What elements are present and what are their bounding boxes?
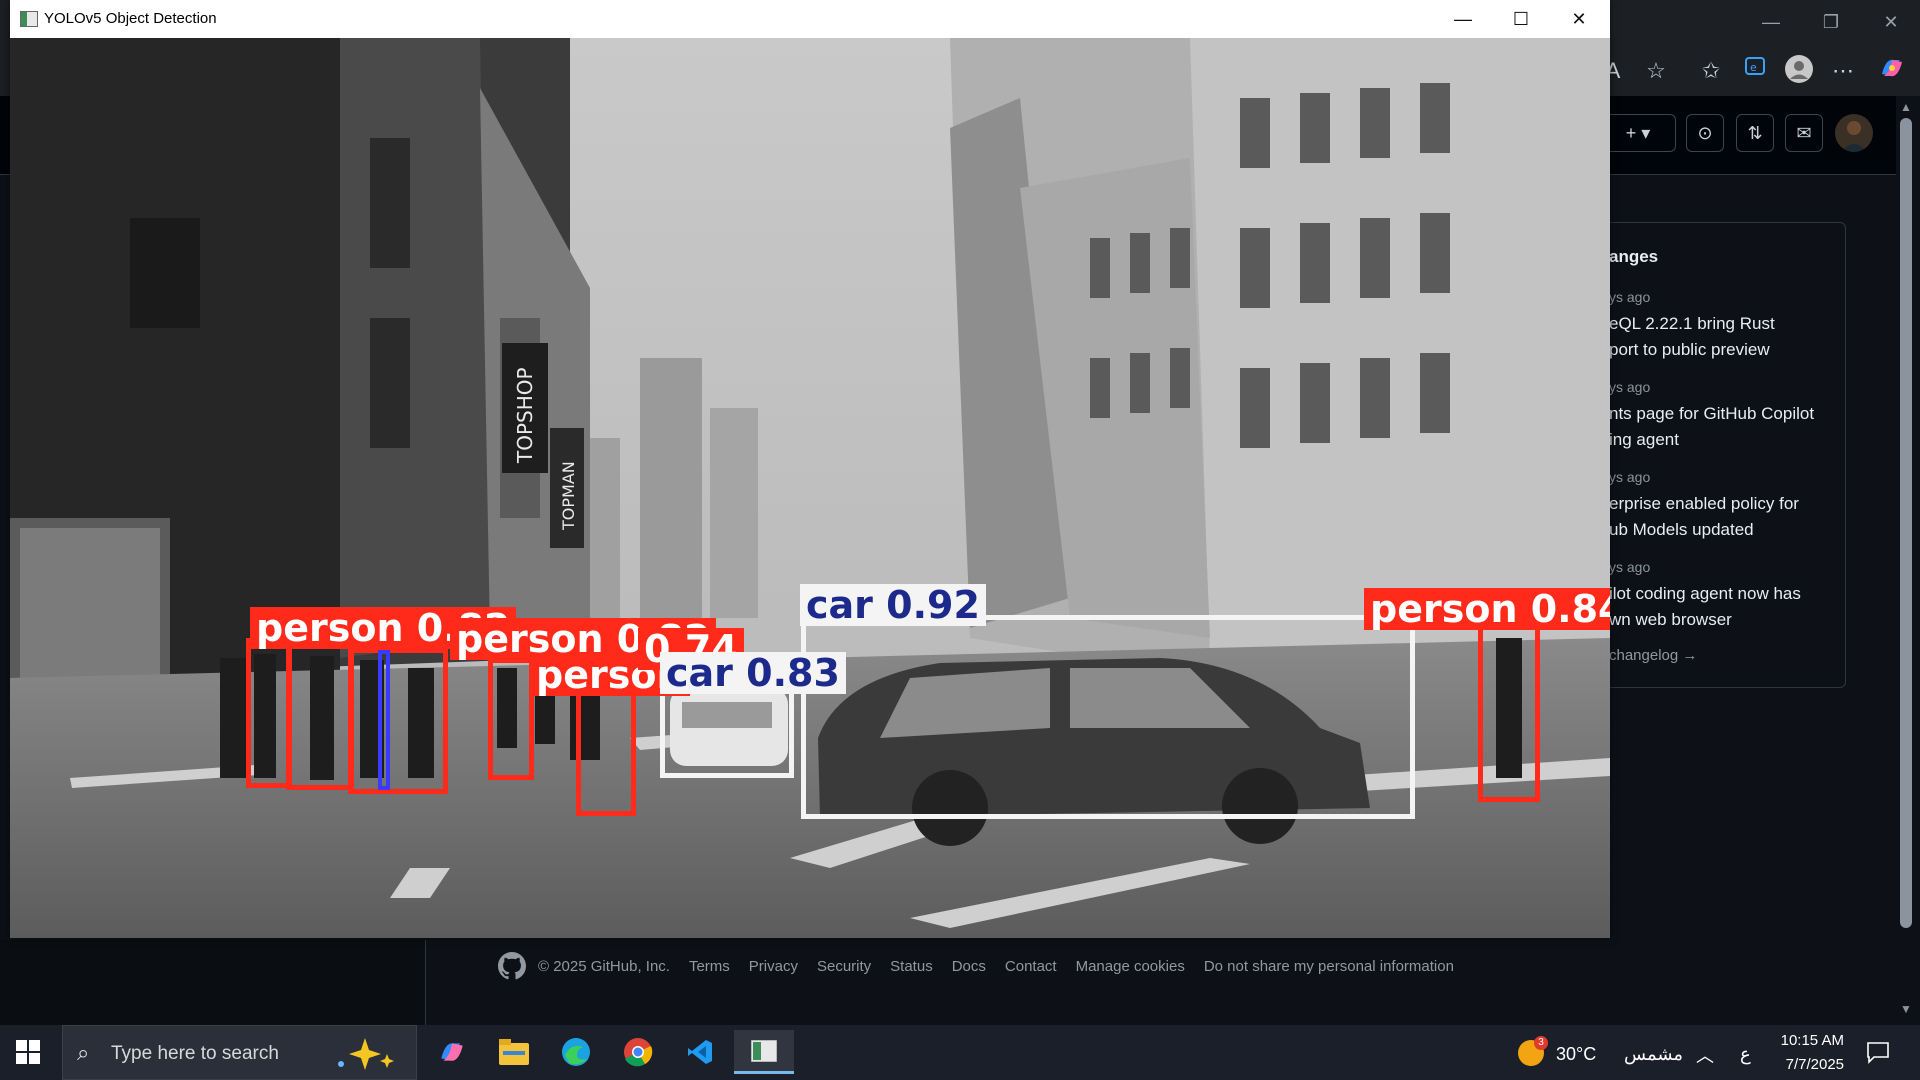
- detection-label: person 0.84: [1364, 588, 1610, 630]
- github-logo-icon[interactable]: [498, 952, 526, 985]
- changelog-item-link[interactable]: eQL 2.22.1 bring Rust port to public pre…: [1609, 311, 1775, 363]
- yolo-app-taskbar-icon[interactable]: [734, 1030, 794, 1074]
- changelog-title: anges: [1609, 247, 1659, 266]
- changelog-item-time: ys ago: [1609, 379, 1651, 395]
- vscode-app-icon[interactable]: [674, 1030, 726, 1074]
- person-bbox: [1478, 616, 1540, 802]
- footer-link-docs[interactable]: Docs: [952, 958, 986, 975]
- chrome-app-icon[interactable]: [612, 1030, 664, 1074]
- scroll-down-icon[interactable]: ▼: [1900, 1002, 1912, 1016]
- favorites-icon[interactable]: ✩: [1694, 54, 1728, 88]
- yolo-maximize-button[interactable]: ☐: [1492, 0, 1550, 38]
- detection-label: car 0.92: [800, 584, 986, 626]
- windows-start-icon[interactable]: [16, 1040, 40, 1069]
- changelog-item-link[interactable]: ilot coding agent now has wn web browser: [1609, 581, 1801, 633]
- video-frame: TOPSHOP TOPMAN person 0.82 person 0.82 p…: [10, 38, 1610, 938]
- person-bbox: [286, 638, 354, 790]
- person-bbox: [488, 658, 534, 780]
- weather-temp[interactable]: 30°C: [1556, 1044, 1596, 1065]
- clock-date[interactable]: 7/7/2025: [1778, 1056, 1844, 1073]
- yolo-minimize-button[interactable]: —: [1434, 0, 1492, 38]
- left-gutter: [0, 940, 425, 1025]
- edge-close-button[interactable]: ✕: [1860, 2, 1920, 42]
- app-window-icon: [20, 11, 38, 27]
- footer-link-do-not-share[interactable]: Do not share my personal information: [1204, 958, 1454, 975]
- copilot-icon[interactable]: [1875, 54, 1909, 88]
- footer-link-privacy[interactable]: Privacy: [749, 958, 798, 975]
- car-bbox: [801, 615, 1415, 819]
- changelog-item-time: ys ago: [1609, 469, 1651, 485]
- notifications-icon[interactable]: [1866, 1040, 1890, 1069]
- search-placeholder: Type here to search: [111, 1043, 279, 1064]
- clock-time[interactable]: 10:15 AM: [1778, 1032, 1844, 1049]
- footer-link-manage-cookies[interactable]: Manage cookies: [1076, 958, 1185, 975]
- changelog-item-time: ys ago: [1609, 559, 1651, 575]
- show-hidden-icons-icon[interactable]: ︿: [1696, 1042, 1714, 1068]
- taskbar-search-box[interactable]: ⌕ Type here to search: [62, 1025, 417, 1080]
- footer-links: © 2025 GitHub, Inc. Terms Privacy Securi…: [538, 958, 1473, 975]
- yolo-title-bar[interactable]: YOLOv5 Object Detection — ☐ ✕: [10, 0, 1610, 38]
- person-bbox: [348, 648, 448, 794]
- changelog-panel: anges ys ago eQL 2.22.1 bring Rust port …: [1600, 222, 1846, 688]
- weather-badge: 3: [1534, 1036, 1548, 1050]
- detection-label: car 0.83: [660, 652, 846, 694]
- github-footer: [425, 940, 1897, 1025]
- scrollbar-thumb[interactable]: [1900, 118, 1912, 928]
- person-bbox-blue: [378, 650, 390, 790]
- footer-link-status[interactable]: Status: [890, 958, 933, 975]
- file-explorer-icon[interactable]: [488, 1030, 540, 1074]
- yolo-close-button[interactable]: ✕: [1550, 0, 1608, 38]
- footer-copyright: © 2025 GitHub, Inc.: [538, 958, 670, 975]
- svg-text:e: e: [1750, 61, 1757, 74]
- copilot-app-icon[interactable]: [426, 1030, 478, 1074]
- topman-sign: TOPMAN: [559, 461, 578, 531]
- topshop-sign: TOPSHOP: [513, 367, 537, 464]
- sparkle-icon: [331, 1034, 401, 1079]
- weather-condition[interactable]: مشمس: [1624, 1044, 1683, 1065]
- search-icon: ⌕: [77, 1040, 90, 1065]
- inbox-icon[interactable]: ✉: [1785, 114, 1823, 152]
- footer-link-terms[interactable]: Terms: [689, 958, 730, 975]
- changelog-item-link[interactable]: nts page for GitHub Copilot ing agent: [1609, 401, 1814, 453]
- view-changelog-link[interactable]: changelog →: [1609, 647, 1697, 664]
- user-avatar[interactable]: [1835, 114, 1873, 152]
- person-bbox: [576, 688, 636, 816]
- footer-link-contact[interactable]: Contact: [1005, 958, 1057, 975]
- more-options-icon[interactable]: ⋯: [1826, 54, 1860, 88]
- changelog-item-link[interactable]: erprise enabled policy for ub Models upd…: [1609, 491, 1799, 543]
- footer-link-security[interactable]: Security: [817, 958, 871, 975]
- edge-minimize-button[interactable]: —: [1740, 2, 1802, 42]
- edge-restore-button[interactable]: ❐: [1800, 2, 1862, 42]
- yolo-window-title: YOLOv5 Object Detection: [44, 10, 217, 27]
- changelog-item-time: ys ago: [1609, 289, 1651, 305]
- favorite-star-icon[interactable]: ☆: [1639, 54, 1673, 88]
- profile-avatar-icon[interactable]: [1782, 54, 1816, 88]
- scroll-up-icon[interactable]: ▲: [1900, 100, 1912, 114]
- yolo-detection-window[interactable]: YOLOv5 Object Detection — ☐ ✕ TOPSHOP TO…: [10, 0, 1610, 938]
- edge-app-icon[interactable]: [550, 1030, 602, 1074]
- create-new-button[interactable]: + ▾: [1600, 114, 1676, 152]
- collections-icon[interactable]: e: [1738, 54, 1772, 88]
- input-language[interactable]: ع: [1740, 1044, 1751, 1065]
- pull-requests-icon[interactable]: ⇅: [1736, 114, 1774, 152]
- issues-icon[interactable]: ⊙: [1686, 114, 1724, 152]
